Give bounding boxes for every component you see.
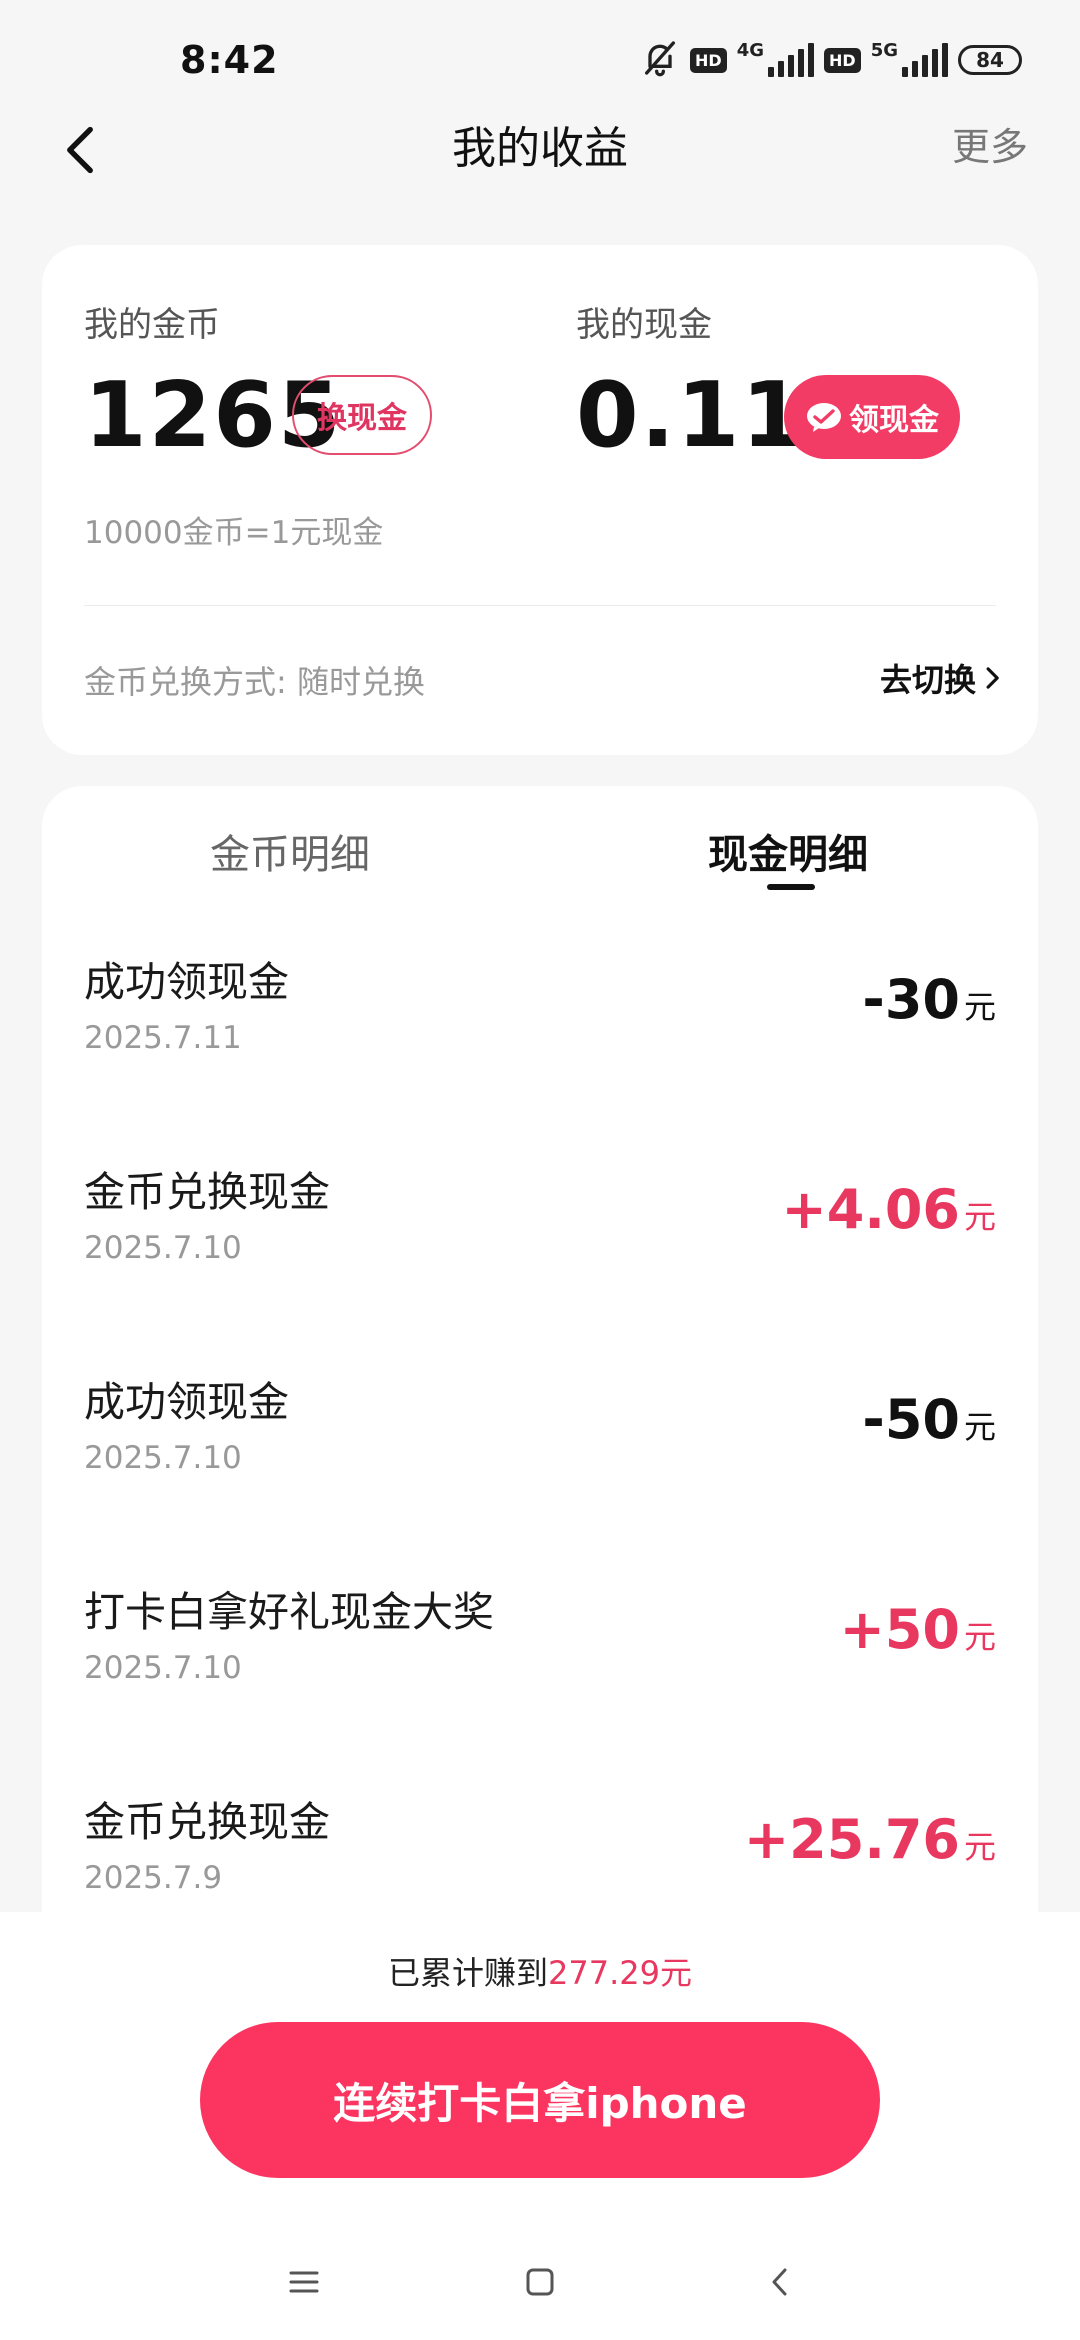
signal-icon-2	[902, 43, 948, 77]
amount-value: +25.76	[743, 1808, 960, 1871]
cash-value: 0.11	[576, 363, 807, 468]
exchange-method-text: 金币兑换方式: 随时兑换	[84, 663, 425, 701]
transaction-amount: -30 元	[862, 968, 996, 1031]
amount-unit: 元	[963, 1828, 996, 1866]
checkin-cta-button[interactable]: 连续打卡白拿iphone	[200, 2022, 880, 2178]
more-button[interactable]: 更多	[952, 116, 1028, 171]
amount-unit: 元	[963, 1618, 996, 1656]
transaction-row[interactable]: 打卡白拿好礼现金大奖 2025.7.10 +50 元	[42, 1578, 1038, 1788]
transaction-row[interactable]: 金币兑换现金 2025.7.10 +4.06 元	[42, 1158, 1038, 1368]
home-square-icon	[526, 2268, 554, 2296]
system-nav-bar	[0, 2242, 1080, 2322]
coin-label: 我的金币	[84, 305, 220, 345]
amount-unit: 元	[963, 1408, 996, 1446]
total-earned-amount: 277.29元	[548, 1954, 692, 1992]
transaction-date: 2025.7.11	[84, 1020, 242, 1056]
total-earned-prefix: 已累计赚到	[388, 1954, 549, 1992]
switch-method-label: 去切换	[879, 661, 976, 699]
chevron-right-icon	[986, 667, 999, 689]
transaction-amount: +4.06 元	[782, 1178, 997, 1241]
claim-cash-label: 领现金	[849, 403, 939, 438]
network-4g-label: 4G	[736, 39, 765, 61]
tab-cash-details[interactable]: 现金明细	[708, 822, 868, 880]
transaction-title: 金币兑换现金	[84, 1798, 330, 1846]
amount-value: +4.06	[781, 1178, 960, 1241]
status-time: 8:42	[180, 38, 279, 82]
bottom-panel: 已累计赚到277.29元 连续打卡白拿iphone	[0, 1912, 1080, 2340]
earnings-page: 8:42 HD 4G HD 5G 84 我的收益 更多 我的金币 1265 换现…	[0, 0, 1080, 2340]
hd-badge: HD	[690, 47, 727, 73]
divider	[84, 605, 996, 606]
amount-value: -50	[862, 1388, 960, 1451]
transaction-detail-card: 金币明细 现金明细 成功领现金 2025.7.11 -30 元 金币兑换现金 2…	[42, 786, 1038, 1986]
status-icons: HD 4G HD 5G 84	[640, 38, 1022, 82]
transaction-title: 成功领现金	[84, 958, 289, 1006]
exchange-rate-text: 10000金币=1元现金	[84, 515, 384, 551]
switch-method-button[interactable]: 去切换	[880, 655, 1000, 701]
page-title: 我的收益	[452, 123, 628, 174]
page-header: 我的收益 更多	[0, 100, 1080, 200]
cash-label: 我的现金	[576, 305, 712, 345]
menu-icon	[289, 2271, 319, 2293]
transaction-date: 2025.7.10	[84, 1230, 242, 1266]
transaction-row[interactable]: 成功领现金 2025.7.11 -30 元	[42, 948, 1038, 1158]
nav-menu-button[interactable]	[274, 2252, 334, 2312]
network-5g-label: 5G	[870, 39, 898, 61]
transaction-amount: +50 元	[840, 1598, 996, 1661]
hd-badge-2: HD	[824, 47, 861, 73]
exchange-cash-button[interactable]: 换现金	[292, 375, 432, 455]
nav-home-button[interactable]	[510, 2252, 570, 2312]
tab-coin-details[interactable]: 金币明细	[210, 822, 370, 880]
amount-value: +50	[839, 1598, 960, 1661]
chevron-left-icon	[772, 2268, 787, 2296]
transaction-amount: -50 元	[862, 1388, 996, 1451]
transaction-title: 打卡白拿好礼现金大奖	[84, 1588, 494, 1636]
amount-value: -30	[862, 968, 960, 1031]
transaction-row[interactable]: 成功领现金 2025.7.10 -50 元	[42, 1368, 1038, 1578]
transaction-date: 2025.7.10	[84, 1650, 242, 1686]
claim-cash-button[interactable]: 领现金	[784, 375, 960, 459]
transaction-title: 成功领现金	[84, 1378, 289, 1426]
signal-icon	[768, 43, 815, 77]
amount-unit: 元	[963, 988, 996, 1026]
active-tab-indicator	[767, 884, 815, 890]
earnings-summary-card: 我的金币 1265 换现金 我的现金 0.11 领现金 10000金币=1元现金…	[42, 245, 1038, 755]
mute-bell-icon	[640, 38, 680, 82]
battery-icon: 84	[958, 45, 1022, 75]
total-earned-text: 已累计赚到277.29元	[0, 1948, 1080, 1994]
transaction-title: 金币兑换现金	[84, 1168, 330, 1216]
nav-back-button[interactable]	[750, 2252, 810, 2312]
wechat-icon	[807, 403, 841, 432]
amount-unit: 元	[963, 1198, 996, 1236]
transaction-date: 2025.7.9	[84, 1860, 223, 1896]
transaction-amount: +25.76 元	[744, 1808, 996, 1871]
transaction-date: 2025.7.10	[84, 1440, 242, 1476]
